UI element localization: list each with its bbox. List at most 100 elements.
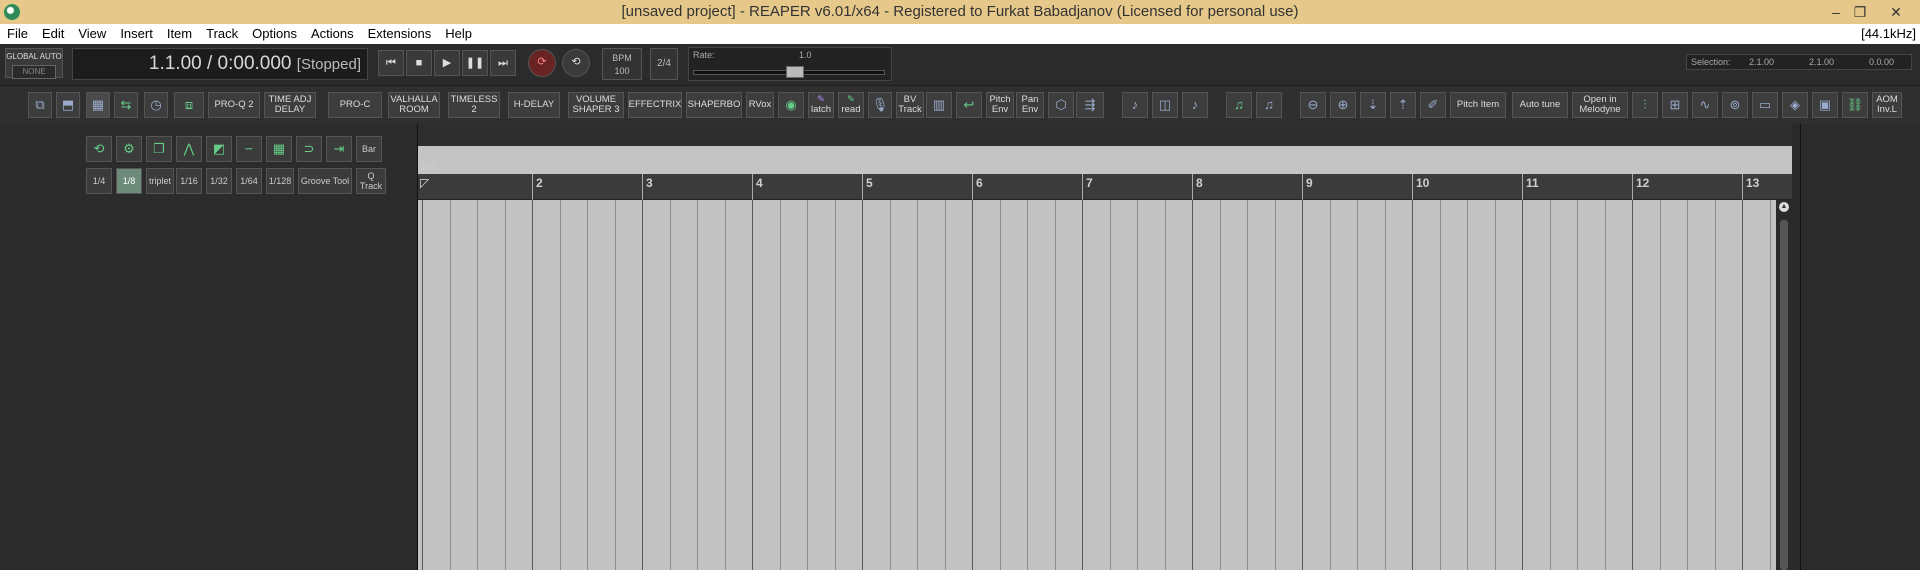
grid-1-8-button[interactable]: 1/8	[116, 168, 142, 194]
arrange-view[interactable]: 100 ◸ 2 3 4 5 6 7 8 9 10 11 12 13	[418, 124, 1792, 570]
track-lanes[interactable]	[418, 200, 1792, 570]
plugin-shaperbox-button[interactable]: SHAPERBO	[686, 92, 742, 118]
read-button[interactable]: ✎ read	[838, 92, 864, 118]
rate-slider-knob[interactable]	[786, 66, 804, 78]
paste-icon[interactable]: ⬒	[56, 92, 80, 118]
scrollbar-thumb[interactable]	[1780, 220, 1788, 570]
timeline-ruler[interactable]: ◸ 2 3 4 5 6 7 8 9 10 11 12 13	[418, 174, 1792, 200]
loop-note-icon[interactable]: ◫	[1152, 92, 1178, 118]
menu-options[interactable]: Options	[245, 24, 304, 44]
menu-item[interactable]: Item	[160, 24, 199, 44]
nudge-up-icon[interactable]: ⇡	[1390, 92, 1416, 118]
grid-triplet-button[interactable]: triplet	[146, 168, 174, 194]
close-button[interactable]: ✕	[1876, 0, 1916, 24]
note-octave-up-icon[interactable]: ♫	[1256, 92, 1282, 118]
grid-settings-icon[interactable]: ⚙	[116, 136, 142, 162]
plugin-rvox-button[interactable]: RVox	[746, 92, 774, 118]
menu-track[interactable]: Track	[199, 24, 245, 44]
grid-bar-button[interactable]: Bar	[356, 136, 382, 162]
pitch-item-button[interactable]: Pitch Item	[1450, 92, 1506, 118]
routing-add-icon[interactable]: ⊞	[1662, 92, 1688, 118]
item-edit-icon[interactable]: ⇆	[114, 92, 138, 118]
latch-button[interactable]: ✎ latch	[808, 92, 834, 118]
time-display[interactable]: 1.1.00 / 0:00.000 [Stopped]	[72, 48, 368, 80]
grid-1-128-button[interactable]: 1/128	[266, 168, 294, 194]
grid-arrow-icon[interactable]: ⇥	[326, 136, 352, 162]
vertical-scrollbar[interactable]: ▲	[1776, 200, 1792, 570]
menu-help[interactable]: Help	[438, 24, 479, 44]
plugin-pro-c-button[interactable]: PRO-C	[328, 92, 382, 118]
bpm-box[interactable]: BPM 100	[602, 48, 642, 80]
global-automation-button[interactable]: GLOBAL AUTO NONE	[5, 48, 63, 79]
plugin-h-delay-button[interactable]: H-DELAY	[508, 92, 560, 118]
link-icon[interactable]: ⛓	[1842, 92, 1868, 118]
microphone-icon[interactable]: 🎙	[868, 92, 892, 118]
menu-actions[interactable]: Actions	[304, 24, 361, 44]
color-pen-icon[interactable]: ✐	[1420, 92, 1446, 118]
stop-button[interactable]: ■	[406, 50, 432, 76]
bv-track-button[interactable]: BV Track	[896, 92, 924, 118]
menu-view[interactable]: View	[71, 24, 113, 44]
menu-extensions[interactable]: Extensions	[361, 24, 439, 44]
go-to-end-button[interactable]: ⏭	[490, 50, 516, 76]
image-icon[interactable]: ▣	[1812, 92, 1838, 118]
rate-slider[interactable]	[693, 66, 885, 78]
note-up-icon[interactable]: ♪	[1182, 92, 1208, 118]
grid-copy-icon[interactable]: ❐	[146, 136, 172, 162]
record-button[interactable]: ⟳	[528, 49, 556, 77]
waveform-icon[interactable]: ∿	[1692, 92, 1718, 118]
undo-arrow-icon[interactable]: ↩	[956, 92, 982, 118]
menu-file[interactable]: File	[0, 24, 35, 44]
pause-button[interactable]: ❚❚	[462, 50, 488, 76]
maximize-button[interactable]: ❐	[1840, 0, 1880, 24]
pan-env-button[interactable]: Pan Env	[1016, 92, 1044, 118]
grid-1-32-button[interactable]: 1/32	[206, 168, 232, 194]
repeat-toggle[interactable]: ⟲	[562, 49, 590, 77]
crop-icon[interactable]: ⧈	[174, 92, 204, 118]
clock-icon[interactable]: ◷	[144, 92, 168, 118]
note-down-icon[interactable]: ♪	[1122, 92, 1148, 118]
split-icon[interactable]: ⫶	[1632, 92, 1658, 118]
track-routing-icon[interactable]: ⇶	[1076, 92, 1104, 118]
groove-tool-button[interactable]: Groove Tool	[298, 168, 352, 194]
menu-edit[interactable]: Edit	[35, 24, 71, 44]
playrate-control[interactable]: Rate: 1.0	[688, 47, 892, 81]
grid-1-16-button[interactable]: 1/16	[176, 168, 202, 194]
time-signature[interactable]: 2/4	[650, 48, 678, 80]
grid-table-icon[interactable]: ▦	[266, 136, 292, 162]
plugin-pro-q2-button[interactable]: PRO-Q 2	[208, 92, 260, 118]
plugin-effectrix-button[interactable]: EFFECTRIX	[628, 92, 682, 118]
note-octave-down-icon[interactable]: ♫	[1226, 92, 1252, 118]
envelope-icon[interactable]: ⬡	[1048, 92, 1074, 118]
plugin-time-adj-delay-button[interactable]: TIME ADJ DELAY	[264, 92, 316, 118]
scroll-up-icon[interactable]: ▲	[1779, 202, 1789, 212]
open-in-melodyne-button[interactable]: Open in Melodyne	[1572, 92, 1628, 118]
grid-snap-icon[interactable]: ⟲	[86, 136, 112, 162]
aom-inv-button[interactable]: AOM Inv.L	[1872, 92, 1902, 118]
zoom-in-icon[interactable]: ⊕	[1330, 92, 1356, 118]
eye-icon[interactable]: ◉	[778, 92, 804, 118]
grid-1-64-button[interactable]: 1/64	[236, 168, 262, 194]
grid-fill-icon[interactable]: ◩	[206, 136, 232, 162]
zoom-out-icon[interactable]: ⊖	[1300, 92, 1326, 118]
play-button[interactable]: ▶	[434, 50, 460, 76]
copy-icon[interactable]: ⧉	[28, 92, 52, 118]
tag-icon[interactable]: ◈	[1782, 92, 1808, 118]
q-track-button[interactable]: Q Track	[356, 168, 386, 194]
piano-icon[interactable]: ▥	[926, 92, 952, 118]
go-to-start-button[interactable]: ⏮	[378, 50, 404, 76]
grid-icon[interactable]: ▦	[86, 92, 110, 118]
auto-tune-button[interactable]: Auto tune	[1512, 92, 1568, 118]
loop-start-marker[interactable]: ◸	[420, 176, 429, 190]
cassette-icon[interactable]: ▭	[1752, 92, 1778, 118]
grid-chart-icon[interactable]: ⏖	[236, 136, 262, 162]
reaper-app-icon[interactable]	[4, 4, 20, 20]
pitch-env-button[interactable]: Pitch Env	[986, 92, 1014, 118]
plugin-timeless-button[interactable]: TIMELESS 2	[448, 92, 500, 118]
tape-icon[interactable]: ⊚	[1722, 92, 1748, 118]
plugin-volume-shaper-button[interactable]: VOLUME SHAPER 3	[568, 92, 624, 118]
nudge-down-icon[interactable]: ⇣	[1360, 92, 1386, 118]
grid-1-4-button[interactable]: 1/4	[86, 168, 112, 194]
grid-magnet-icon[interactable]: ⊃	[296, 136, 322, 162]
menu-insert[interactable]: Insert	[113, 24, 160, 44]
